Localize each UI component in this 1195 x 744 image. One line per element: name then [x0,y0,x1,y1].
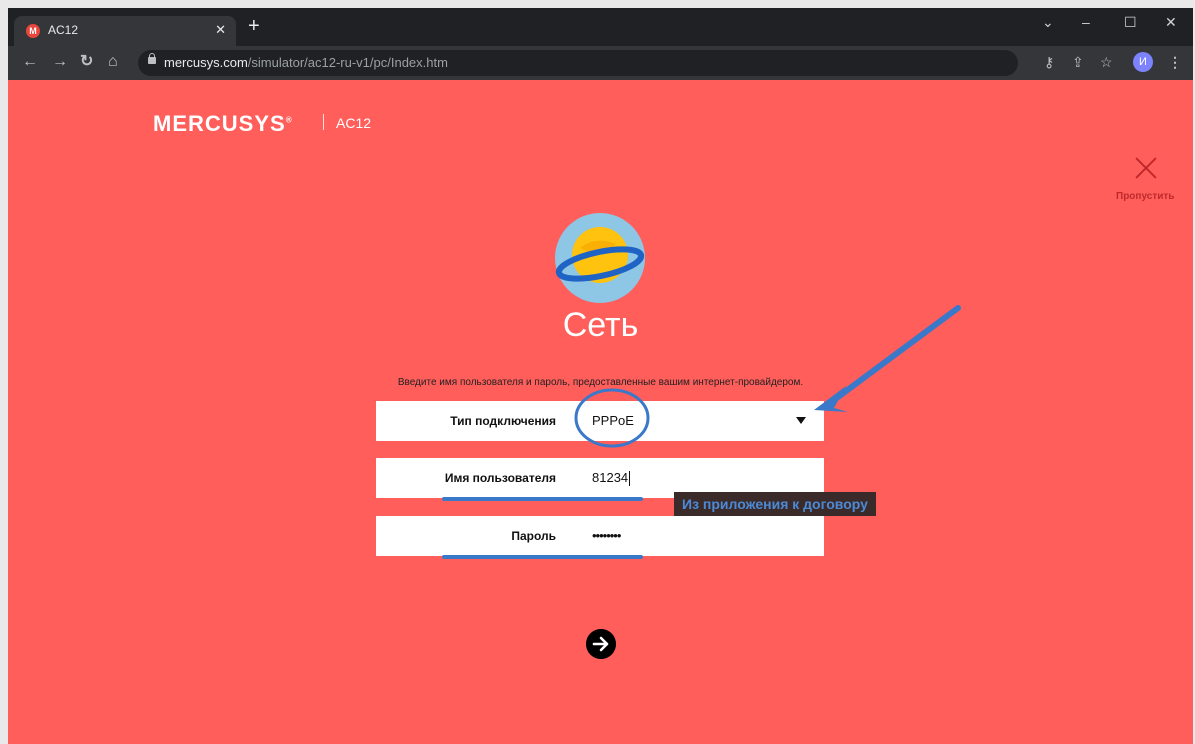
model-name: AC12 [336,115,372,131]
close-tab-icon[interactable]: ✕ [215,22,226,38]
maximize-button[interactable]: ☐ [1124,14,1137,31]
instruction-text: Введите имя пользователя и пароль, предо… [397,377,804,388]
planet-icon [555,213,645,303]
tab-strip: M AC12 ✕ + ⌄ – ☐ ✕ [8,8,1193,46]
favicon-icon: M [26,24,40,38]
username-label: Имя пользователя [444,471,556,485]
router-setup-page: MERCUSYS® AC12 Пропустить Сеть Введите и… [8,80,1193,744]
logo-divider [323,114,324,130]
key-icon[interactable]: ⚷ [1044,54,1054,70]
url-text: mercusys.com/simulator/ac12-ru-v1/pc/Ind… [164,55,448,70]
home-icon[interactable]: ⌂ [108,54,118,70]
reload-icon[interactable]: ↻ [80,54,93,70]
browser-tab[interactable]: M AC12 ✕ [14,16,236,46]
back-icon[interactable]: ← [22,54,38,70]
bookmark-star-icon[interactable]: ☆ [1100,54,1113,70]
connection-type-label: Тип подключения [450,414,556,428]
forward-icon[interactable]: → [52,54,68,70]
annotation-tooltip: Из приложения к договору [674,492,876,516]
password-underline [442,555,643,559]
lock-icon [148,53,156,64]
address-bar[interactable]: mercusys.com/simulator/ac12-ru-v1/pc/Ind… [138,50,1018,76]
menu-kebab-icon[interactable]: ⋮ [1168,54,1182,70]
tab-search-icon[interactable]: ⌄ [1042,14,1054,31]
brand-logo: MERCUSYS® [153,111,293,136]
username-value: 81234 [592,470,631,487]
profile-avatar[interactable]: И [1133,52,1153,72]
new-tab-button[interactable]: + [248,16,260,36]
password-label: Пароль [511,529,556,543]
address-toolbar: ← → ↻ ⌂ mercusys.com/simulator/ac12-ru-v… [8,46,1193,80]
browser-window: M AC12 ✕ + ⌄ – ☐ ✕ ← → ↻ ⌂ mercusys.com/… [8,8,1193,744]
close-icon[interactable] [1134,156,1158,180]
skip-button-label[interactable]: Пропустить [1116,191,1174,202]
connection-type-value: PPPoE [592,413,634,428]
text-cursor [629,471,631,487]
next-arrow-button[interactable] [586,629,616,659]
chevron-down-icon[interactable] [796,417,806,424]
minimize-button[interactable]: – [1082,14,1090,30]
share-icon[interactable]: ⇪ [1072,54,1084,70]
window-close-button[interactable]: ✕ [1165,14,1177,31]
username-underline [442,497,643,501]
connection-type-select[interactable]: Тип подключения PPPoE [376,401,824,441]
password-field[interactable]: Пароль •••••••• [376,516,824,559]
page-title: Сеть [562,306,639,344]
tab-title: AC12 [48,23,79,37]
password-value: •••••••• [592,528,621,543]
